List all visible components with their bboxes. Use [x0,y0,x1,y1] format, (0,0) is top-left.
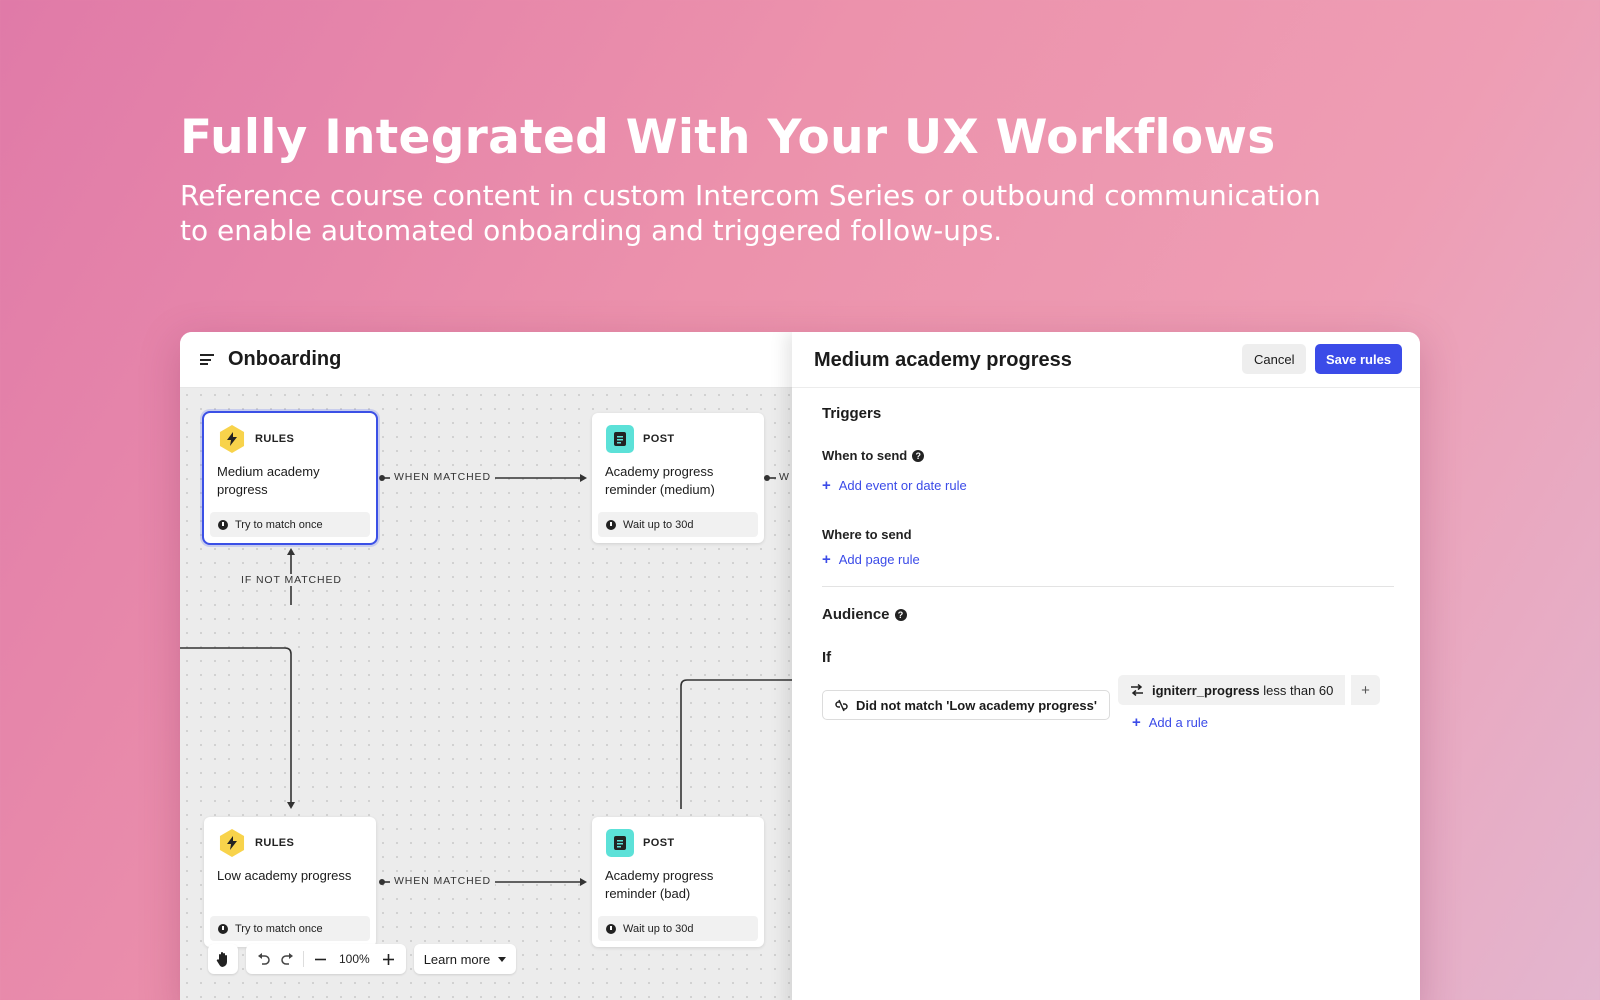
node-footer-text: Try to match once [235,518,323,531]
panel-header: Medium academy progress Cancel Save rule… [792,332,1420,388]
lightning-icon [219,829,245,857]
node-header: POST [606,425,675,453]
when-to-send-text: When to send [822,448,908,463]
toolbar-divider [303,951,304,967]
edge-label-when-matched-top: WHEN MATCHED [390,471,495,483]
redo-icon[interactable] [276,947,298,971]
edge-label-when-matched-bottom: WHEN MATCHED [390,875,495,887]
hero-subtitle-line-2: to enable automated onboarding and trigg… [180,214,1003,247]
pan-tool-group [208,944,238,974]
zoom-level: 100% [339,952,370,966]
app-header: Onboarding [180,332,792,388]
panel-content: When to send ? + Add event or date rule … [822,388,1394,748]
node-footer: Wait up to 30d [598,916,758,941]
workflow-node-rules-medium[interactable]: RULES Medium academy progress Try to mat… [202,411,378,545]
attribute-operator-value: less than 60 [1263,682,1334,698]
plus-icon: + [1132,714,1141,731]
plus-icon: + [822,551,831,568]
node-title: Academy progress reminder (medium) [605,464,715,497]
hero-subtitle: Reference course content in custom Inter… [180,178,1330,248]
undo-icon[interactable] [252,947,274,971]
node-footer: Wait up to 30d [598,512,758,537]
workflow-pane: Onboarding WHEN MATCHED WHEN MATCHED IF … [180,332,792,1000]
link-icon [835,699,848,711]
edge-label-cut-off: W [776,471,790,483]
audience-heading: Audience ? [822,606,907,623]
attribute-rule-pill[interactable]: igniterr_progress less than 60 [1118,675,1346,705]
attribute-name: igniterr_progress [1152,682,1260,698]
arrows-swap-icon [1131,684,1143,696]
clock-icon [218,923,228,934]
lightning-icon [219,425,245,453]
where-to-send-text: Where to send [822,527,912,542]
zoom-in-button[interactable] [378,947,400,971]
node-kind: RULES [255,433,295,445]
canvas-toolbar: 100% Learn more [208,944,517,974]
hamburger-menu-icon[interactable] [200,354,214,365]
node-footer-text: Try to match once [235,922,323,935]
node-footer-text: Wait up to 30d [623,922,694,935]
add-event-rule-label: Add event or date rule [838,478,967,493]
help-icon[interactable]: ? [894,608,907,621]
add-a-rule-label: Add a rule [1148,715,1209,730]
hand-pan-icon[interactable] [212,947,234,971]
node-kind: RULES [255,837,295,849]
when-to-send-label: When to send ? [822,448,925,463]
document-icon [606,829,634,857]
node-footer: Try to match once [210,916,370,941]
hero-title: Fully Integrated With Your UX Workflows [180,110,1276,165]
section-divider [822,586,1394,587]
node-title: Academy progress reminder (bad) [605,868,714,901]
condition-not-matched-pill[interactable]: Did not match 'Low academy progress' [822,690,1110,720]
save-rules-button[interactable]: Save rules [1315,344,1403,374]
add-page-rule-label: Add page rule [838,552,920,567]
triggers-title: Triggers [822,405,882,422]
node-header: RULES [218,425,294,453]
history-zoom-group: 100% [246,944,406,974]
if-label: If [822,649,832,666]
add-page-rule-link[interactable]: + Add page rule [822,551,920,568]
add-condition-plus-button[interactable]: + [1350,675,1380,705]
node-kind: POST [643,837,675,849]
node-title: Low academy progress [217,868,352,883]
audience-heading-text: Audience [822,606,890,623]
workflow-node-rules-low[interactable]: RULES Low academy progress Try to match … [204,817,376,947]
node-title: Medium academy progress [217,464,320,497]
clock-icon [606,519,616,530]
add-event-rule-link[interactable]: + Add event or date rule [822,477,967,494]
learn-more-button[interactable]: Learn more [413,944,517,974]
add-a-rule-link[interactable]: + Add a rule [1132,714,1208,731]
node-kind: POST [643,433,675,445]
help-icon[interactable]: ? [912,449,925,462]
workflow-canvas[interactable]: WHEN MATCHED WHEN MATCHED IF NOT MATCHED… [180,388,792,1000]
clock-icon [606,923,616,934]
edge-label-if-not-matched: IF NOT MATCHED [237,574,346,586]
node-header: RULES [218,829,294,857]
hero-subtitle-line-1: Reference course content in custom Inter… [180,179,1321,212]
chevron-down-icon [498,956,507,962]
zoom-out-button[interactable] [309,947,331,971]
panel-title: Medium academy progress [814,349,1072,371]
where-to-send-label: Where to send [822,527,912,542]
clock-icon [218,519,228,530]
document-icon [606,425,634,453]
workflow-title: Onboarding [228,348,342,370]
attribute-rule-text: igniterr_progress less than 60 [1152,683,1333,698]
cancel-button[interactable]: Cancel [1242,344,1307,374]
plus-icon: + [822,477,831,494]
condition-not-matched-text: Did not match 'Low academy progress' [856,697,1097,713]
node-footer: Try to match once [210,512,370,537]
node-footer-text: Wait up to 30d [623,518,694,531]
workflow-node-post-medium[interactable]: POST Academy progress reminder (medium) … [592,413,764,543]
workflow-node-post-bad[interactable]: POST Academy progress reminder (bad) Wai… [592,817,764,947]
node-header: POST [606,829,675,857]
learn-more-label: Learn more [423,951,491,967]
